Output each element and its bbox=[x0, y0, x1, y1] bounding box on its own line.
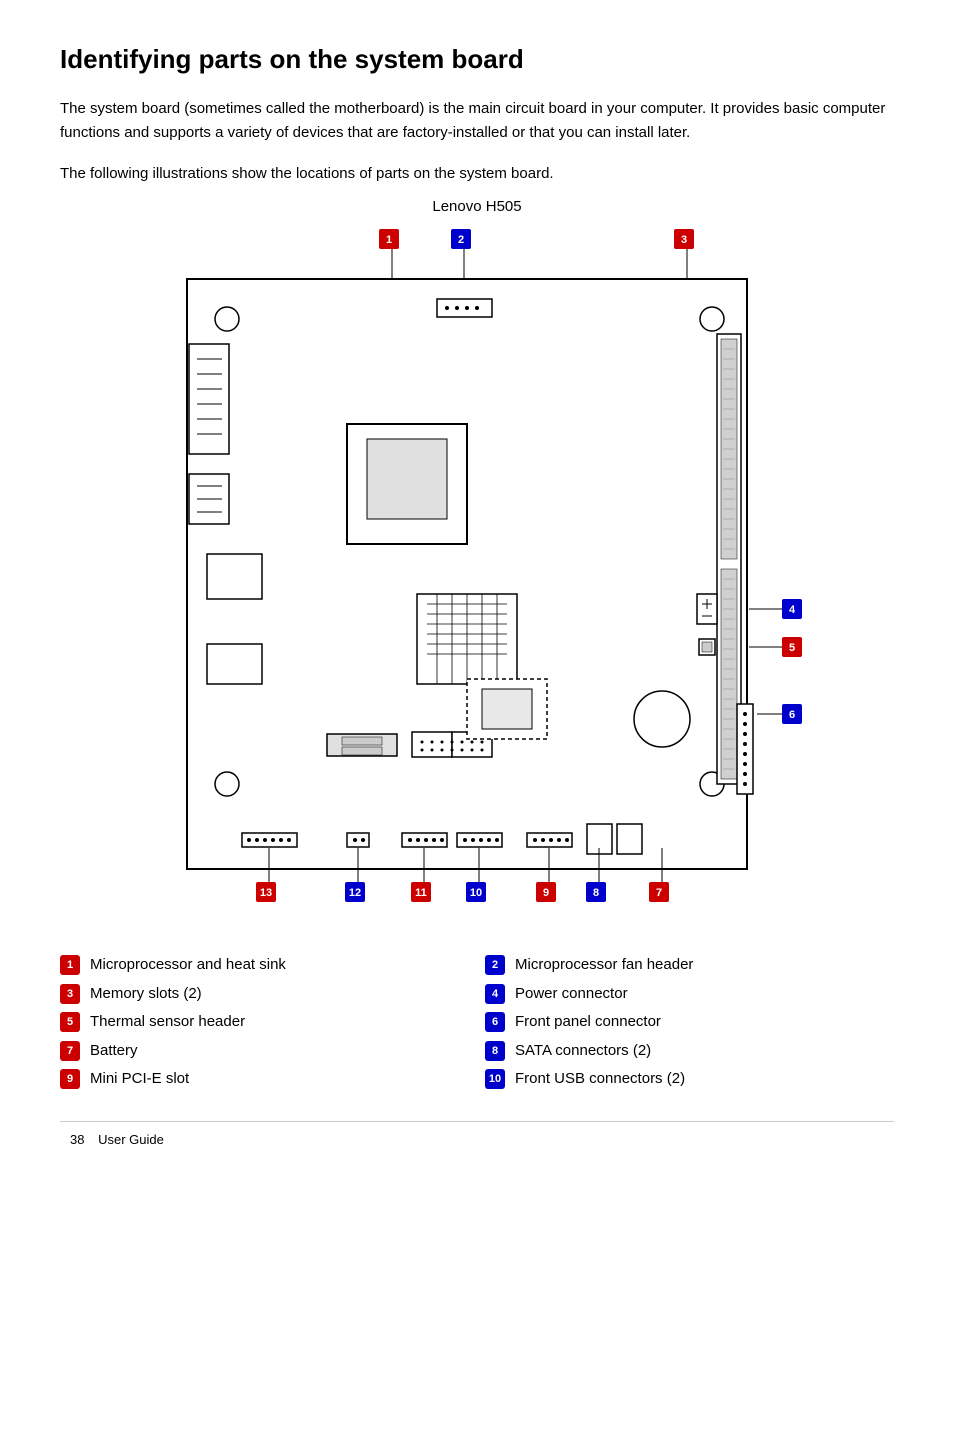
svg-text:2: 2 bbox=[458, 234, 464, 246]
page-number: 38 bbox=[70, 1132, 84, 1147]
part-badge-7: 7 bbox=[60, 1041, 80, 1061]
diagram-title: Lenovo H505 bbox=[432, 196, 521, 219]
part-label-9: Mini PCI-E slot bbox=[90, 1068, 189, 1091]
part-badge-5: 5 bbox=[60, 1012, 80, 1032]
svg-text:3: 3 bbox=[681, 234, 687, 246]
part-badge-2: 2 bbox=[485, 955, 505, 975]
svg-text:8: 8 bbox=[593, 887, 599, 899]
part-badge-4: 4 bbox=[485, 984, 505, 1004]
svg-text:13: 13 bbox=[260, 887, 272, 899]
part-label-7: Battery bbox=[90, 1040, 138, 1063]
part-item-5: 5 Thermal sensor header bbox=[60, 1011, 455, 1034]
part-item-9: 9 Mini PCI-E slot bbox=[60, 1068, 455, 1091]
part-badge-8: 8 bbox=[485, 1041, 505, 1061]
part-badge-1: 1 bbox=[60, 955, 80, 975]
part-label-6: Front panel connector bbox=[515, 1011, 661, 1034]
part-badge-9: 9 bbox=[60, 1069, 80, 1089]
svg-text:5: 5 bbox=[789, 642, 795, 654]
svg-text:4: 4 bbox=[789, 604, 796, 616]
svg-text:11: 11 bbox=[415, 887, 427, 899]
part-label-4: Power connector bbox=[515, 983, 628, 1006]
part-item-7: 7 Battery bbox=[60, 1040, 455, 1063]
part-item-10: 10 Front USB connectors (2) bbox=[485, 1068, 880, 1091]
part-badge-3: 3 bbox=[60, 984, 80, 1004]
page-title: Identifying parts on the system board bbox=[60, 40, 894, 79]
part-label-10: Front USB connectors (2) bbox=[515, 1068, 685, 1091]
part-item-6: 6 Front panel connector bbox=[485, 1011, 880, 1034]
svg-text:12: 12 bbox=[349, 887, 361, 899]
guide-label: User Guide bbox=[98, 1132, 164, 1147]
svg-text:6: 6 bbox=[789, 709, 795, 721]
intro-paragraph: The system board (sometimes called the m… bbox=[60, 97, 894, 145]
part-item-4: 4 Power connector bbox=[485, 983, 880, 1006]
parts-list: 1 Microprocessor and heat sink 2 Micropr… bbox=[60, 954, 880, 1091]
part-badge-6: 6 bbox=[485, 1012, 505, 1032]
part-label-3: Memory slots (2) bbox=[90, 983, 202, 1006]
part-item-3: 3 Memory slots (2) bbox=[60, 983, 455, 1006]
part-label-1: Microprocessor and heat sink bbox=[90, 954, 286, 977]
motherboard-diagram: 1 2 3 4 5 6 13 12 11 bbox=[127, 224, 827, 924]
part-badge-10: 10 bbox=[485, 1069, 505, 1089]
svg-text:1: 1 bbox=[386, 234, 392, 246]
diagram-section: Lenovo H505 bbox=[60, 196, 894, 925]
part-label-8: SATA connectors (2) bbox=[515, 1040, 651, 1063]
part-item-2: 2 Microprocessor fan header bbox=[485, 954, 880, 977]
part-label-2: Microprocessor fan header bbox=[515, 954, 693, 977]
svg-text:9: 9 bbox=[543, 887, 549, 899]
svg-text:10: 10 bbox=[470, 887, 482, 899]
part-item-1: 1 Microprocessor and heat sink bbox=[60, 954, 455, 977]
footer: 38 User Guide bbox=[60, 1121, 894, 1150]
part-label-5: Thermal sensor header bbox=[90, 1011, 245, 1034]
svg-text:7: 7 bbox=[656, 887, 662, 899]
part-item-8: 8 SATA connectors (2) bbox=[485, 1040, 880, 1063]
caption-paragraph: The following illustrations show the loc… bbox=[60, 163, 894, 186]
